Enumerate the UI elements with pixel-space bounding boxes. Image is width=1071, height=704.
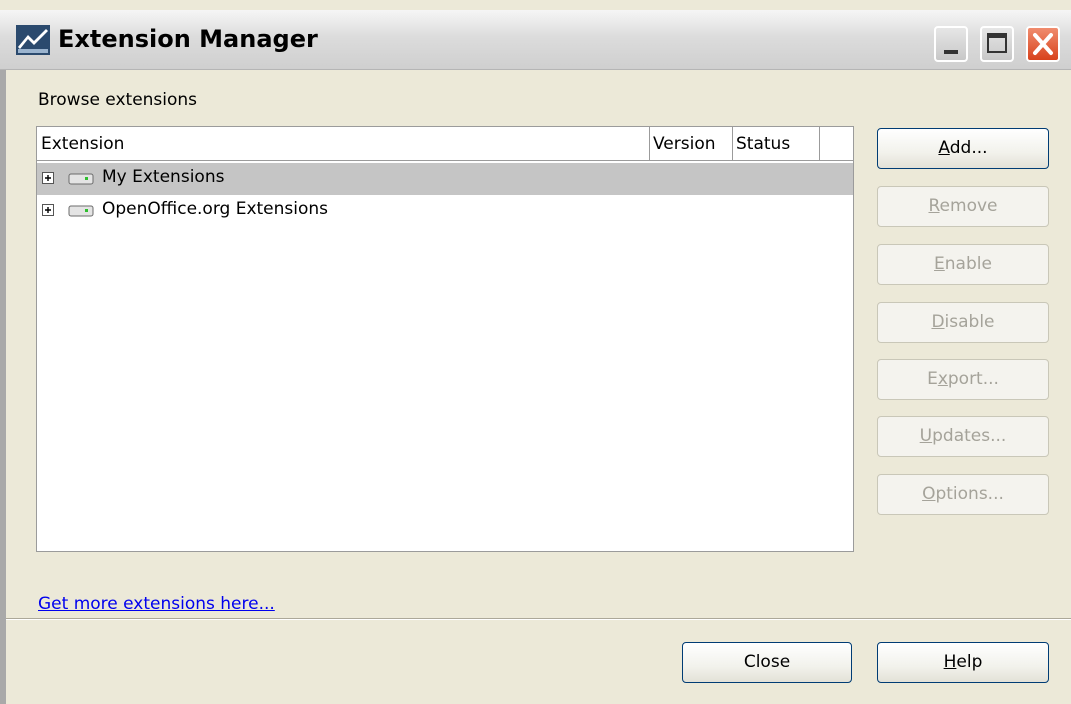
remove-button[interactable]: Remove xyxy=(877,186,1049,227)
mnemonic: R xyxy=(928,196,940,216)
window-title: Extension Manager xyxy=(58,25,318,53)
minimize-icon xyxy=(944,50,958,54)
get-more-extensions-link[interactable]: Get more extensions here... xyxy=(38,594,275,614)
column-divider[interactable] xyxy=(732,127,733,160)
button-label-rest: ptions... xyxy=(935,484,1004,504)
close-button[interactable]: Close xyxy=(682,642,852,683)
mnemonic: O xyxy=(922,484,936,504)
button-label-rest: isable xyxy=(944,312,995,332)
help-button[interactable]: Help xyxy=(877,642,1049,683)
mnemonic: U xyxy=(919,426,933,446)
button-label-rest: nable xyxy=(944,254,992,274)
button-label-rest: pdates... xyxy=(932,426,1007,446)
drive-icon xyxy=(68,205,94,217)
column-divider[interactable] xyxy=(819,127,820,160)
disable-button[interactable]: Disable xyxy=(877,302,1049,343)
maximize-icon xyxy=(987,33,1007,53)
close-window-button[interactable] xyxy=(1026,26,1060,62)
close-icon xyxy=(1033,33,1053,55)
maximize-button[interactable] xyxy=(980,26,1014,62)
mnemonic: A xyxy=(938,138,950,158)
export-button[interactable]: Export... xyxy=(877,359,1049,400)
window-left-edge xyxy=(0,70,6,704)
tree-row-openoffice-extensions[interactable]: OpenOffice.org Extensions xyxy=(37,195,853,227)
updates-button[interactable]: Updates... xyxy=(877,416,1049,457)
button-label-rest: port... xyxy=(947,369,999,389)
list-header: Extension Version Status xyxy=(37,127,853,161)
expand-plus-icon[interactable] xyxy=(42,172,54,184)
extension-manager-window: Extension Manager Browse extensions Exte… xyxy=(0,0,1071,704)
column-header-extension[interactable]: Extension xyxy=(41,127,124,160)
row-label: My Extensions xyxy=(102,167,225,187)
drive-icon xyxy=(68,173,94,185)
minimize-button[interactable] xyxy=(934,26,968,62)
button-label-rest: dd... xyxy=(949,138,988,158)
enable-button[interactable]: Enable xyxy=(877,244,1049,285)
mnemonic: x xyxy=(937,369,948,389)
footer-separator xyxy=(6,618,1071,620)
button-label-prefix: E xyxy=(927,369,938,389)
add-button[interactable]: Add... xyxy=(877,128,1049,169)
extensions-list[interactable]: Extension Version Status My Extensions O… xyxy=(36,126,854,552)
button-label-rest: elp xyxy=(956,652,983,672)
tree-row-my-extensions[interactable]: My Extensions xyxy=(37,163,853,195)
row-label: OpenOffice.org Extensions xyxy=(102,199,329,219)
column-divider[interactable] xyxy=(649,127,650,160)
options-button[interactable]: Options... xyxy=(877,474,1049,515)
expand-plus-icon[interactable] xyxy=(42,204,54,216)
mnemonic: E xyxy=(934,254,945,274)
mnemonic: H xyxy=(943,652,957,672)
browse-extensions-label: Browse extensions xyxy=(38,90,198,110)
button-label-rest: emove xyxy=(939,196,998,216)
column-header-status[interactable]: Status xyxy=(736,127,790,160)
app-icon xyxy=(16,25,50,55)
title-bar[interactable]: Extension Manager xyxy=(0,10,1071,70)
column-header-version[interactable]: Version xyxy=(653,127,716,160)
mnemonic: D xyxy=(931,312,945,332)
